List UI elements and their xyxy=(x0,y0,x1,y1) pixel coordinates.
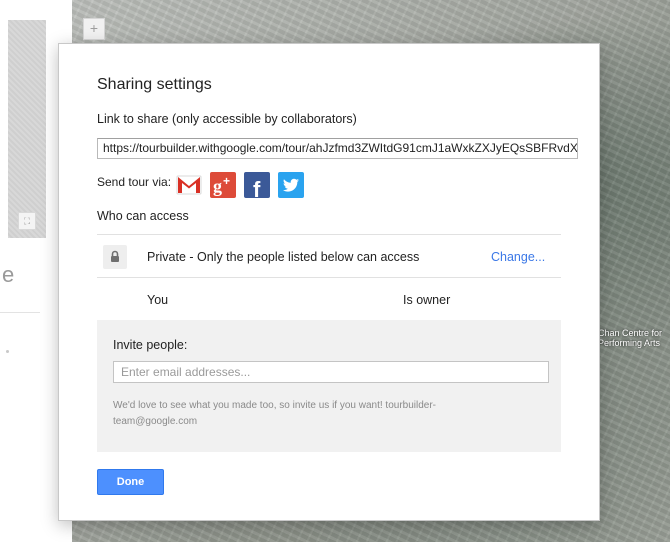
share-link-field[interactable]: https://tourbuilder.withgoogle.com/tour/… xyxy=(97,138,578,159)
link-label: Link to share (only accessible by collab… xyxy=(97,112,357,126)
facebook-icon[interactable]: f xyxy=(244,172,271,202)
send-tour-label: Send tour via: xyxy=(97,175,172,189)
invite-note: We'd love to see what you made too, so i… xyxy=(113,400,437,427)
fullscreen-icon[interactable]: ⛶ xyxy=(18,212,36,230)
lock-icon xyxy=(103,245,127,269)
left-thumbnail xyxy=(8,20,46,238)
change-access-link[interactable]: Change... xyxy=(491,250,545,264)
svg-text:g: g xyxy=(213,176,222,196)
invite-email-input[interactable] xyxy=(113,361,549,383)
map-place-label: Chan Centre for Performing Arts xyxy=(598,328,663,348)
invite-people-label: Invite people: xyxy=(113,338,188,352)
dialog-title: Sharing settings xyxy=(97,76,212,93)
left-divider xyxy=(0,312,40,313)
left-dot xyxy=(6,350,9,353)
access-level-text: Private - Only the people listed below c… xyxy=(147,250,420,264)
sharing-settings-dialog: Sharing settings Link to share (only acc… xyxy=(58,43,600,521)
divider xyxy=(97,234,561,235)
who-can-access-label: Who can access xyxy=(97,209,189,223)
gmail-icon[interactable] xyxy=(176,172,202,198)
twitter-icon[interactable] xyxy=(278,172,305,198)
invite-people-panel: Invite people: We'd love to see what you… xyxy=(97,320,561,452)
divider xyxy=(97,277,561,278)
zoom-in-button[interactable]: + xyxy=(83,18,105,40)
collaborator-role: Is owner xyxy=(403,293,451,307)
done-button[interactable]: Done xyxy=(97,469,164,495)
google-plus-icon[interactable]: g + xyxy=(210,172,237,198)
collaborator-name: You xyxy=(147,293,169,307)
send-tour-row: Send tour via: g + f xyxy=(97,170,312,202)
svg-text:f: f xyxy=(253,177,261,198)
svg-text:+: + xyxy=(223,174,230,188)
left-panel-text: e xyxy=(2,262,15,287)
